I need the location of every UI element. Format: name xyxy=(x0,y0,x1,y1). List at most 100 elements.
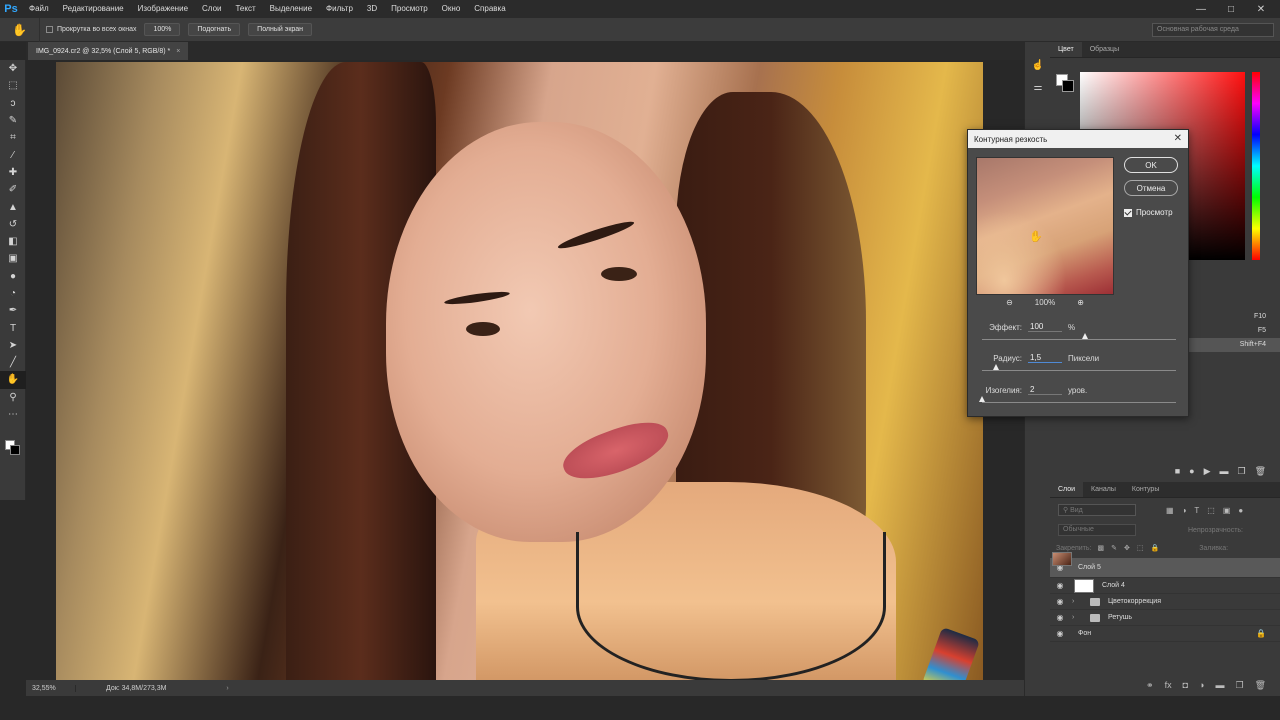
move-tool-icon[interactable]: ✥ xyxy=(0,60,26,77)
threshold-input[interactable]: 2 xyxy=(1028,385,1062,395)
group-expand-arrow-icon[interactable]: › xyxy=(1072,598,1080,605)
status-zoom[interactable]: 32,55% xyxy=(26,684,76,692)
menu-help[interactable]: Справка xyxy=(467,0,512,18)
menu-edit[interactable]: Редактирование xyxy=(56,0,131,18)
marquee-tool-icon[interactable]: ⬚ xyxy=(0,77,26,94)
fill-screen-button[interactable]: Полный экран xyxy=(248,23,313,36)
preview-checkbox-box[interactable] xyxy=(1124,208,1132,217)
layer-row[interactable]: ◉ Фон 🔒 xyxy=(1050,552,1280,642)
layer-row[interactable]: ◉ › Цветокоррекция xyxy=(1050,594,1280,610)
hand-tool-icon[interactable]: ✋ xyxy=(0,371,26,389)
amount-slider[interactable] xyxy=(982,333,1176,340)
new-set-folder-icon[interactable]: ▬ xyxy=(1219,466,1228,476)
type-tool-icon[interactable]: T xyxy=(0,319,26,336)
visibility-eye-icon[interactable]: ◉ xyxy=(1050,581,1070,590)
amount-slider-thumb[interactable] xyxy=(1081,333,1088,339)
type-filter-icon[interactable]: T xyxy=(1194,506,1199,515)
document-canvas-image[interactable] xyxy=(56,62,983,680)
pixel-filter-icon[interactable]: ▦ xyxy=(1166,506,1174,515)
menu-type[interactable]: Текст xyxy=(228,0,262,18)
gradient-tool-icon[interactable]: ▣ xyxy=(0,250,26,267)
eyedropper-tool-icon[interactable]: ⁄ xyxy=(0,146,26,163)
menu-select[interactable]: Выделение xyxy=(263,0,319,18)
tab-swatches[interactable]: Образцы xyxy=(1082,42,1127,57)
play-icon[interactable]: ▶ xyxy=(1204,466,1211,477)
workspace-selector[interactable]: Основная рабочая среда xyxy=(1152,23,1274,37)
pen-tool-icon[interactable]: ✒ xyxy=(0,302,26,319)
menu-3d[interactable]: 3D xyxy=(360,0,384,18)
quick-select-tool-icon[interactable]: ✎ xyxy=(0,112,26,129)
visibility-eye-icon[interactable]: ◉ xyxy=(1050,629,1070,638)
checkbox-box[interactable] xyxy=(46,26,53,33)
lock-position-icon[interactable]: ✥ xyxy=(1124,544,1130,552)
lock-all-icon[interactable]: 🔒 xyxy=(1150,544,1159,552)
menu-file[interactable]: Файл xyxy=(22,0,56,18)
dodge-tool-icon[interactable]: ◔ xyxy=(0,285,26,302)
shape-tool-icon[interactable]: ╱ xyxy=(0,354,26,371)
background-color-swatch[interactable] xyxy=(10,445,20,455)
zoom-100-button[interactable]: 100% xyxy=(144,23,181,36)
tab-channels[interactable]: Каналы xyxy=(1083,482,1124,497)
layer-mask-thumbnail[interactable] xyxy=(1074,578,1094,593)
more-tools-icon[interactable]: ⋯ xyxy=(0,406,26,423)
eraser-tool-icon[interactable]: ◧ xyxy=(0,233,26,250)
filter-toggle-icon[interactable]: ● xyxy=(1238,506,1243,515)
blur-tool-icon[interactable]: ● xyxy=(0,268,26,285)
lock-transparency-icon[interactable]: ▩ xyxy=(1097,544,1104,552)
delete-layer-icon[interactable]: 🗑 xyxy=(1255,680,1266,691)
zoom-in-icon[interactable]: ⊕ xyxy=(1077,298,1084,307)
close-window-button[interactable]: ✕ xyxy=(1246,0,1276,18)
scroll-all-windows-checkbox[interactable]: Прокрутка во всех окнах xyxy=(46,26,136,33)
hand-tool-icon[interactable]: ✋ xyxy=(0,17,40,42)
smart-object-filter-icon[interactable]: ▣ xyxy=(1223,506,1231,515)
crop-tool-icon[interactable]: ⌗ xyxy=(0,129,26,146)
lock-artboard-icon[interactable]: ⬚ xyxy=(1137,544,1144,552)
dialog-title-bar[interactable]: Контурная резкость xyxy=(968,130,1188,148)
history-brush-tool-icon[interactable]: ↺ xyxy=(0,216,26,233)
document-tab[interactable]: IMG_0924.cr2 @ 32,5% (Слой 5, RGB/8) * × xyxy=(28,42,189,60)
tab-color[interactable]: Цвет xyxy=(1050,42,1082,57)
link-layers-icon[interactable]: ⚭ xyxy=(1146,680,1154,691)
layer-row[interactable]: ◉ Слой 5 xyxy=(1050,552,1280,578)
threshold-slider[interactable] xyxy=(979,396,1176,403)
status-menu-arrow-icon[interactable]: › xyxy=(226,685,228,692)
new-layer-icon[interactable]: ❐ xyxy=(1235,680,1243,691)
amount-input[interactable]: 100 xyxy=(1028,322,1062,332)
zoom-out-icon[interactable]: ⊖ xyxy=(1006,298,1013,307)
tab-layers[interactable]: Слои xyxy=(1050,482,1084,497)
add-mask-icon[interactable]: ◘ xyxy=(1183,680,1188,690)
path-select-tool-icon[interactable]: ➤ xyxy=(0,337,26,354)
preview-checkbox[interactable]: Просмотр xyxy=(1124,208,1173,217)
close-tab-icon[interactable]: × xyxy=(176,48,180,55)
stop-icon[interactable]: ■ xyxy=(1175,466,1180,476)
delete-action-icon[interactable]: 🗑 xyxy=(1255,466,1266,477)
properties-panel-icon[interactable]: ⚌ xyxy=(1025,76,1051,98)
lasso-tool-icon[interactable]: ↄ xyxy=(0,95,26,112)
brush-tool-icon[interactable]: ✐ xyxy=(0,181,26,198)
radius-input[interactable]: 1,5 xyxy=(1028,353,1062,363)
stamp-tool-icon[interactable]: ▲ xyxy=(0,198,26,215)
maximize-button[interactable]: □ xyxy=(1216,0,1246,18)
visibility-eye-icon[interactable]: ◉ xyxy=(1050,597,1070,606)
new-group-icon[interactable]: ▬ xyxy=(1215,680,1224,690)
radius-slider[interactable] xyxy=(982,364,1176,371)
tab-paths[interactable]: Контуры xyxy=(1124,482,1167,497)
shape-filter-icon[interactable]: ⬚ xyxy=(1207,506,1215,515)
blend-mode-select[interactable]: Обычные xyxy=(1058,524,1136,536)
dialog-close-icon[interactable]: ✕ xyxy=(1174,133,1182,144)
cancel-button[interactable]: Отмена xyxy=(1124,180,1178,196)
lock-pixels-icon[interactable]: ✎ xyxy=(1111,544,1117,552)
minimize-button[interactable]: — xyxy=(1186,0,1216,18)
menu-image[interactable]: Изображение xyxy=(131,0,195,18)
menu-window[interactable]: Окно xyxy=(435,0,468,18)
ok-button[interactable]: OK xyxy=(1124,157,1178,173)
menu-view[interactable]: Просмотр xyxy=(384,0,435,18)
radius-slider-thumb[interactable] xyxy=(992,364,999,370)
layer-style-icon[interactable]: fx xyxy=(1165,680,1172,690)
zoom-tool-icon[interactable]: ⚲ xyxy=(0,389,26,406)
layer-row[interactable]: ◉ Слой 4 xyxy=(1050,552,1280,594)
visibility-eye-icon[interactable]: ◉ xyxy=(1050,613,1070,622)
record-icon[interactable]: ● xyxy=(1189,466,1194,476)
group-expand-arrow-icon[interactable]: › xyxy=(1072,614,1080,621)
menu-filter[interactable]: Фильтр xyxy=(319,0,360,18)
